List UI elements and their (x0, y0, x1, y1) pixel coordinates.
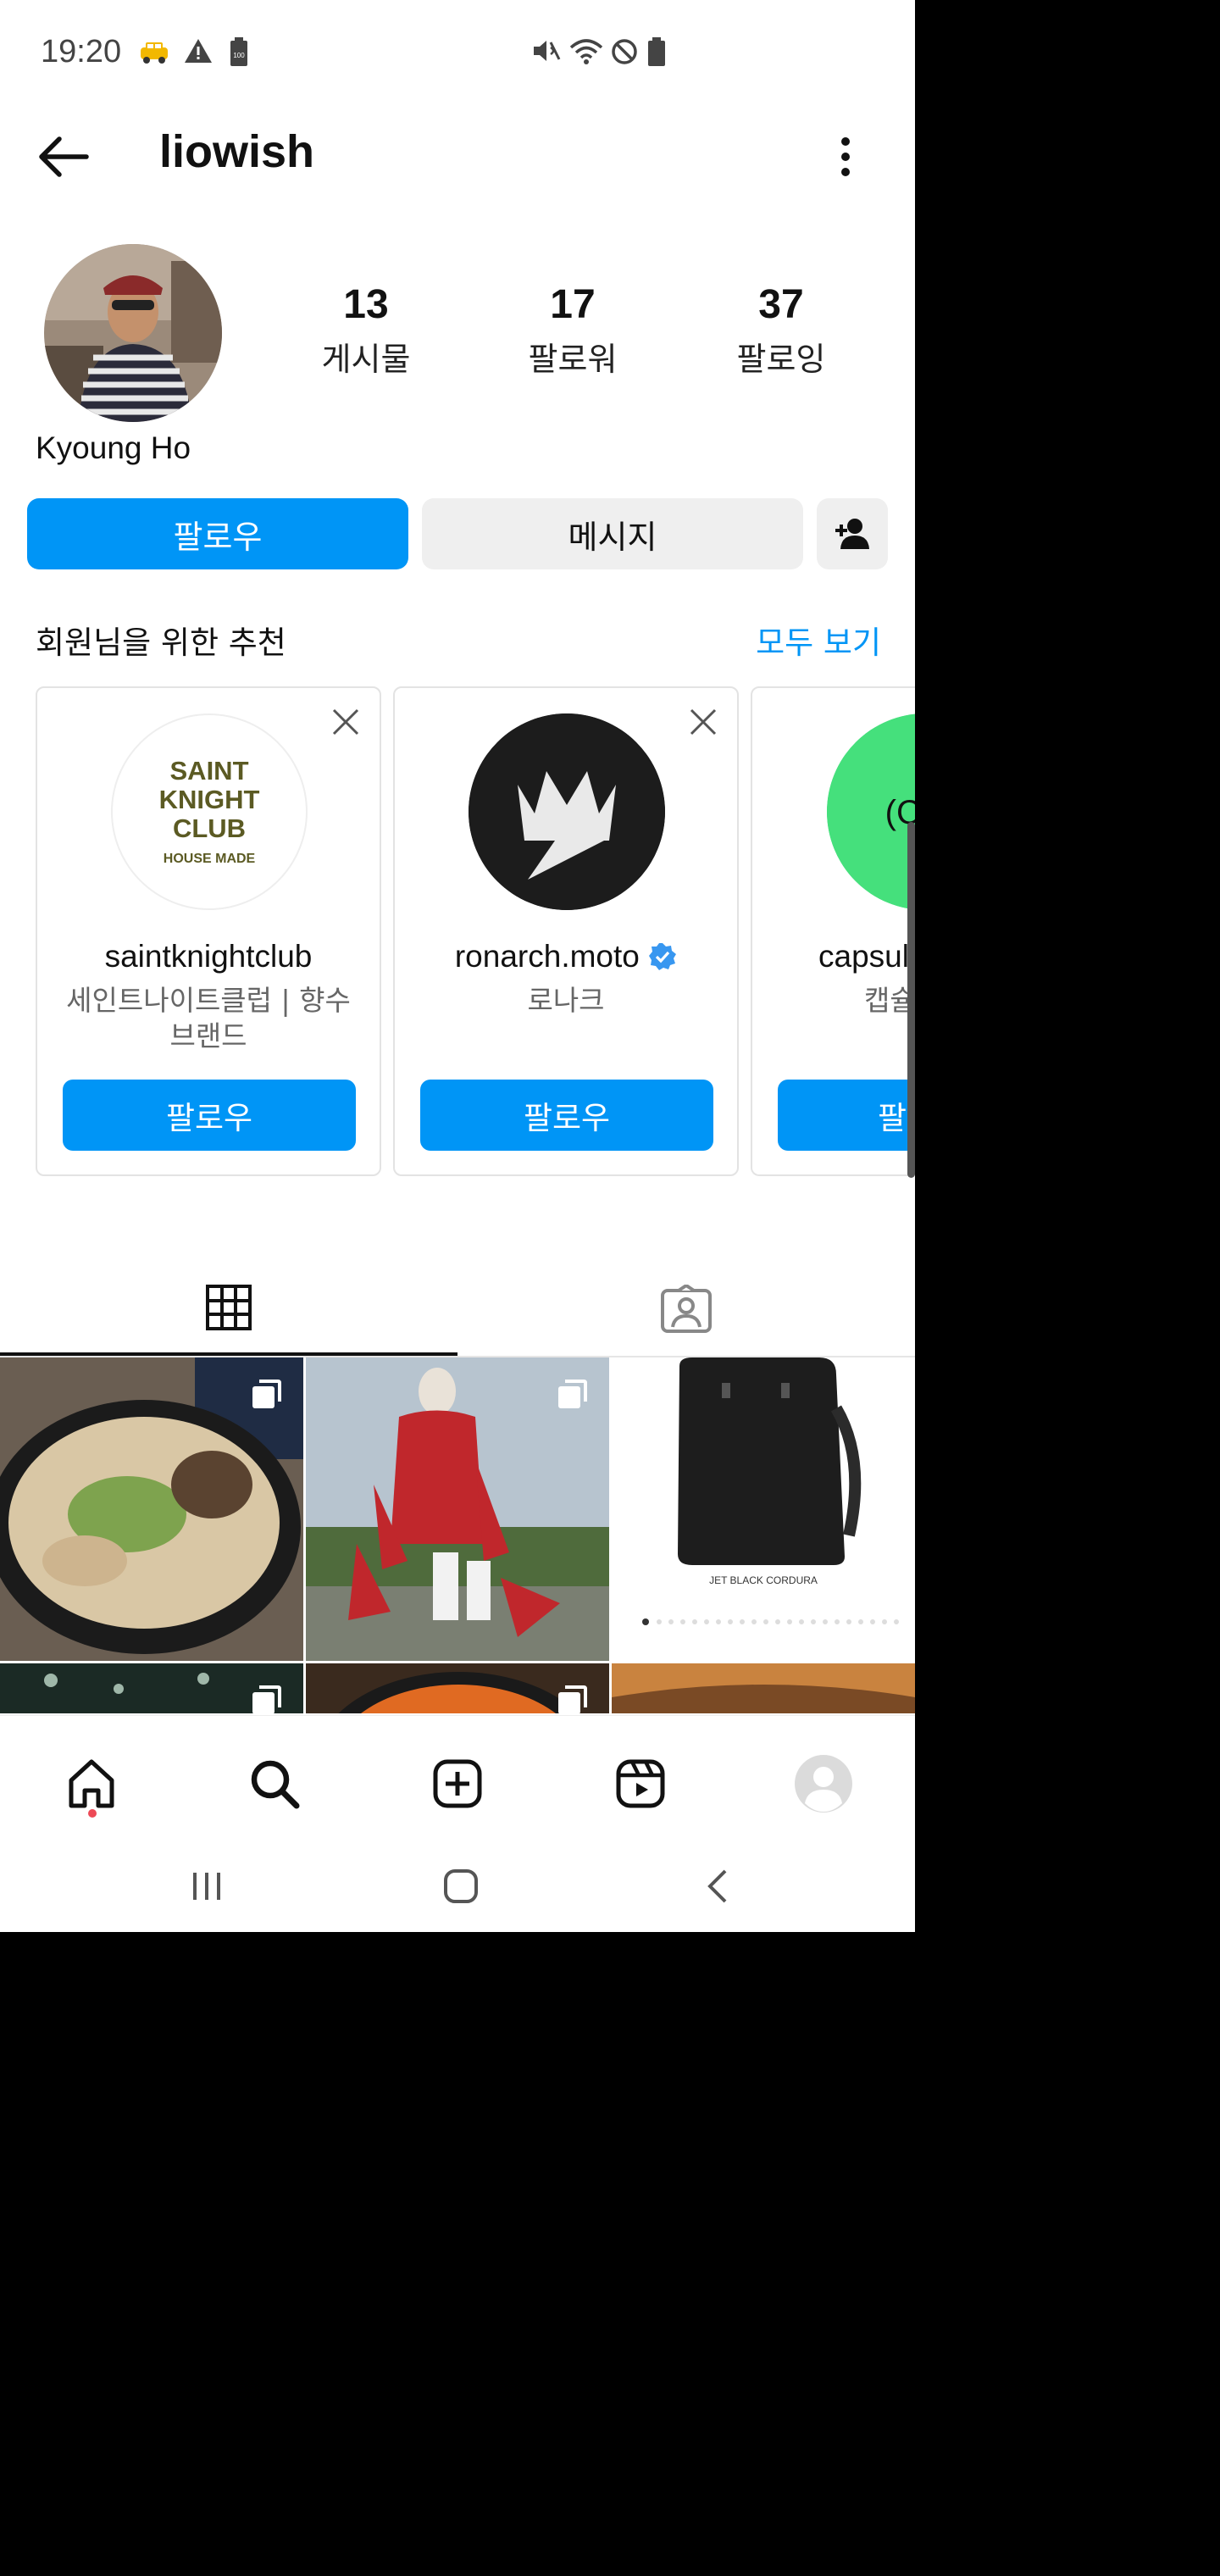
home-button-icon[interactable] (441, 1866, 481, 1907)
suggestion-username[interactable]: capsul (818, 939, 915, 974)
logo-line-2: KNIGHT (159, 785, 260, 814)
stat-posts-count: 13 (343, 282, 389, 327)
nav-search[interactable] (232, 1741, 317, 1826)
capsul-logo: (Cap (827, 713, 915, 910)
stat-posts-label: 게시물 (321, 341, 411, 378)
arrow-left-icon[interactable] (34, 127, 93, 186)
status-bar: 19:20 100 (0, 0, 915, 102)
recent-apps-icon[interactable] (188, 1869, 225, 1903)
multiple-photos-icon (252, 1685, 281, 1713)
ronarch-logo (469, 713, 665, 910)
status-time: 19:20 (41, 34, 122, 69)
edge-panel-handle[interactable] (907, 822, 915, 1178)
suggestion-follow-button[interactable]: 팔로우 (63, 1080, 356, 1151)
sunset-photo (612, 1663, 915, 1713)
saintknightclub-logo: SAINT KNIGHT CLUB HOUSE MADE (111, 713, 308, 910)
message-button[interactable]: 메시지 (422, 498, 803, 569)
suggestion-card[interactable]: ronarch.moto 로나크 팔로우 (393, 686, 739, 1176)
posts-grid: JET BLACK CORDURA (0, 1357, 915, 1713)
backpack-photo (612, 1357, 915, 1661)
svg-text:100: 100 (233, 52, 245, 59)
stat-followers-count: 17 (550, 282, 596, 327)
tagged-person-icon (661, 1285, 712, 1333)
profile-avatar-icon (795, 1755, 852, 1813)
product-caption: JET BLACK CORDURA (709, 1574, 818, 1586)
tab-tagged[interactable] (458, 1263, 915, 1356)
post-thumbnail[interactable]: JET BLACK CORDURA (612, 1357, 915, 1661)
close-icon[interactable] (688, 707, 718, 737)
search-icon (251, 1760, 300, 1809)
see-all-link[interactable]: 모두 보기 (756, 625, 881, 661)
wifi-icon (569, 39, 603, 64)
home-icon (69, 1759, 114, 1808)
taxi-icon (141, 42, 168, 64)
suggestion-username[interactable]: ronarch.moto (455, 939, 640, 974)
system-navigation-bar (0, 1840, 915, 1932)
grid-icon (206, 1285, 252, 1330)
add-post-icon (433, 1759, 482, 1808)
suggestion-card[interactable]: (Cap capsul 캡슐 (C 팔로 (751, 686, 915, 1176)
post-thumbnail[interactable] (612, 1663, 915, 1713)
person-add-icon (835, 519, 869, 549)
more-vertical-icon[interactable] (830, 131, 861, 182)
profile-username: liowish (159, 126, 315, 177)
saintknightclub-logo-art: SAINT KNIGHT CLUB HOUSE MADE (159, 756, 260, 866)
warning-icon (185, 39, 212, 63)
stat-following[interactable]: 37 팔로잉 (696, 281, 866, 380)
suggest-people-button[interactable] (817, 498, 888, 569)
notification-dot (88, 1809, 97, 1818)
tab-posts-grid[interactable] (0, 1263, 458, 1356)
stat-posts[interactable]: 13 게시물 (281, 281, 451, 380)
close-icon[interactable] (330, 707, 361, 737)
stat-following-label: 팔로잉 (736, 341, 826, 378)
reels-icon (616, 1759, 665, 1808)
back-button-icon[interactable] (702, 1868, 735, 1905)
stat-followers[interactable]: 17 팔로워 (488, 281, 657, 380)
capsul-logo-art: (Cap (827, 713, 915, 910)
logo-line-4: HOUSE MADE (164, 852, 256, 866)
multiple-photos-icon (252, 1380, 281, 1408)
battery-icon (648, 37, 665, 66)
instagram-profile-screen: 19:20 100 liowish 13 게시물 17 팔로워 37 팔로잉 K… (0, 0, 915, 1932)
avatar-photo (44, 244, 222, 422)
suggestion-card[interactable]: SAINT KNIGHT CLUB HOUSE MADE saintknight… (36, 686, 381, 1176)
do-not-disturb-icon (612, 39, 637, 64)
suggestion-subtitle: 로나크 (527, 984, 605, 1017)
post-thumbnail[interactable] (0, 1663, 303, 1713)
verified-badge-icon (649, 943, 677, 970)
bottom-navigation (0, 1715, 915, 1841)
mute-icon (534, 41, 561, 61)
battery-saver-icon: 100 (230, 37, 247, 66)
post-thumbnail[interactable] (306, 1663, 609, 1713)
logo-line-3: CLUB (173, 813, 246, 843)
logo-line-1: SAINT (170, 756, 249, 786)
nav-profile[interactable] (781, 1741, 866, 1826)
avatar[interactable] (44, 244, 222, 422)
nav-create[interactable] (415, 1741, 500, 1826)
multiple-photos-icon (558, 1380, 587, 1408)
recommendations-title: 회원님을 위한 추천 (36, 625, 286, 661)
suggestion-subtitle: 세인트나이트클럽 | 향수 브랜드 (66, 984, 351, 1052)
post-thumbnail[interactable] (306, 1357, 609, 1661)
crown-logo-art (469, 713, 665, 910)
suggestion-follow-button[interactable]: 팔로 (778, 1080, 915, 1151)
multiple-photos-icon (558, 1685, 587, 1713)
suggestion-follow-button[interactable]: 팔로우 (420, 1080, 713, 1151)
profile-tabs (0, 1263, 915, 1357)
follow-button[interactable]: 팔로우 (27, 498, 408, 569)
stat-following-count: 37 (758, 282, 804, 327)
suggestion-username[interactable]: saintknightclub (37, 939, 380, 974)
post-thumbnail[interactable] (0, 1357, 303, 1661)
profile-header: liowish (0, 102, 915, 212)
stat-followers-label: 팔로워 (528, 341, 618, 378)
nav-reels[interactable] (598, 1741, 683, 1826)
see-all-link-wrap: 모두 보기 (729, 617, 881, 663)
profile-full-name: Kyoung Ho (36, 430, 191, 465)
suggestion-username-row: ronarch.moto (395, 939, 737, 974)
